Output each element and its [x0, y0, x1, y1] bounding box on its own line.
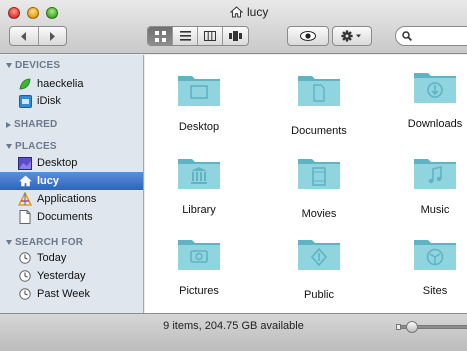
disclosure-triangle-icon [6, 144, 12, 149]
sidebar-item-haeckelia[interactable]: haeckelia [0, 75, 143, 93]
column-view-icon [204, 31, 216, 41]
file-label: Downloads [407, 118, 463, 130]
sidebar-item-label: Documents [37, 211, 93, 223]
documents-icon [18, 210, 32, 224]
status-bar: 9 items, 204.75 GB available [0, 313, 467, 351]
sidebar-item-desktop[interactable]: Desktop [0, 154, 143, 172]
sites-folder-icon [413, 235, 457, 271]
column-view-button[interactable] [198, 27, 223, 45]
disclosure-triangle-icon [6, 63, 12, 68]
view-mode-group [147, 26, 249, 46]
sidebar-item-documents[interactable]: Documents [0, 208, 143, 226]
icon-view-icon [154, 30, 166, 42]
cover-flow-icon [229, 31, 242, 41]
sidebar-header-label: SEARCH FOR [15, 237, 84, 248]
disclosure-triangle-icon [6, 121, 11, 128]
sidebar-header-shared[interactable]: SHARED [6, 119, 57, 130]
file-label: Library [182, 204, 216, 216]
file-item-desktop[interactable]: Desktop [154, 71, 244, 133]
file-item-public[interactable]: Public [274, 235, 364, 301]
quick-look-button[interactable] [287, 26, 329, 46]
sidebar-header-label: SHARED [14, 119, 58, 130]
file-item-music[interactable]: Music [390, 154, 467, 216]
sidebar-item-label: Applications [37, 193, 97, 205]
sidebar-item-yesterday[interactable]: Yesterday [0, 267, 143, 285]
file-label: Movies [301, 208, 337, 220]
music-folder-icon [413, 154, 457, 190]
clock-icon [18, 251, 32, 265]
chevron-right-icon [50, 31, 56, 41]
sidebar-item-today[interactable]: Today [0, 249, 143, 267]
cover-flow-button[interactable] [223, 27, 248, 45]
list-view-button[interactable] [173, 27, 198, 45]
sidebar: DEVICES haeckelia iDisk SHARED PLACES De… [0, 55, 144, 313]
zoom-button[interactable] [46, 7, 58, 19]
file-grid: Desktop Documents Downloads Library Movi… [145, 55, 467, 313]
file-label: Documents [291, 125, 347, 137]
clock-icon [18, 269, 32, 283]
public-folder-icon [297, 235, 341, 271]
sidebar-item-label: Past Week [37, 288, 90, 300]
file-item-movies[interactable]: Movies [274, 154, 364, 220]
pictures-folder-icon [177, 235, 221, 271]
file-label: Desktop [178, 121, 220, 133]
file-item-pictures[interactable]: Pictures [154, 235, 244, 297]
sidebar-item-idisk[interactable]: iDisk [0, 92, 143, 110]
movies-folder-icon [297, 154, 341, 190]
search-field[interactable] [395, 26, 467, 46]
minimize-button[interactable] [27, 7, 39, 19]
file-item-library[interactable]: Library [154, 154, 244, 216]
sidebar-item-lucy[interactable]: lucy [0, 172, 143, 190]
library-folder-icon [177, 154, 221, 190]
desktop-folder-icon [177, 71, 221, 107]
window-title-text: lucy [247, 5, 269, 19]
search-icon [402, 31, 412, 41]
close-button[interactable] [8, 7, 20, 19]
clock-icon [18, 287, 32, 301]
file-label: Pictures [179, 285, 219, 297]
icon-view-button[interactable] [148, 27, 173, 45]
icon-size-slider-thumb[interactable] [406, 321, 418, 333]
finder-window: lucy DEVICES haeckelia iDisk SHARED PLAC… [0, 0, 467, 351]
file-item-documents[interactable]: Documents [274, 71, 364, 137]
chevron-left-icon [20, 31, 26, 41]
sidebar-item-label: iDisk [37, 95, 61, 107]
sidebar-item-label: Today [37, 252, 67, 264]
sidebar-item-label: Desktop [37, 157, 78, 169]
back-forward-group [9, 26, 67, 46]
documents-folder-icon [297, 71, 341, 107]
home-icon [230, 6, 243, 18]
toolbar: lucy [0, 0, 467, 54]
home-icon [18, 174, 32, 188]
file-item-sites[interactable]: Sites [390, 235, 467, 297]
sidebar-header-places[interactable]: PLACES [6, 141, 57, 152]
back-button[interactable] [10, 27, 39, 45]
forward-button[interactable] [39, 27, 67, 45]
gear-icon [341, 30, 361, 42]
desktop-icon [18, 156, 32, 170]
window-title: lucy [230, 5, 268, 19]
sidebar-item-label: haeckelia [37, 78, 84, 90]
file-label: Sites [422, 285, 448, 297]
sidebar-header-label: DEVICES [15, 60, 61, 71]
idisk-icon [18, 94, 32, 108]
sidebar-item-label: lucy [37, 175, 60, 187]
file-item-downloads[interactable]: Downloads [390, 68, 467, 130]
file-label: Public [304, 289, 334, 301]
sidebar-item-applications[interactable]: Applications [0, 190, 143, 208]
list-view-icon [179, 31, 191, 41]
sidebar-header-devices[interactable]: DEVICES [6, 60, 60, 71]
action-menu-button[interactable] [332, 26, 372, 46]
sidebar-item-label: Yesterday [37, 270, 86, 282]
disclosure-triangle-icon [6, 240, 12, 245]
sidebar-header-label: PLACES [15, 141, 57, 152]
eye-icon [300, 31, 316, 41]
sidebar-item-past-week[interactable]: Past Week [0, 285, 143, 303]
downloads-folder-icon [413, 68, 457, 104]
green-leaf-icon [18, 77, 32, 91]
sidebar-header-search-for[interactable]: SEARCH FOR [6, 237, 83, 248]
file-label: Music [420, 204, 450, 216]
applications-icon [18, 192, 32, 206]
